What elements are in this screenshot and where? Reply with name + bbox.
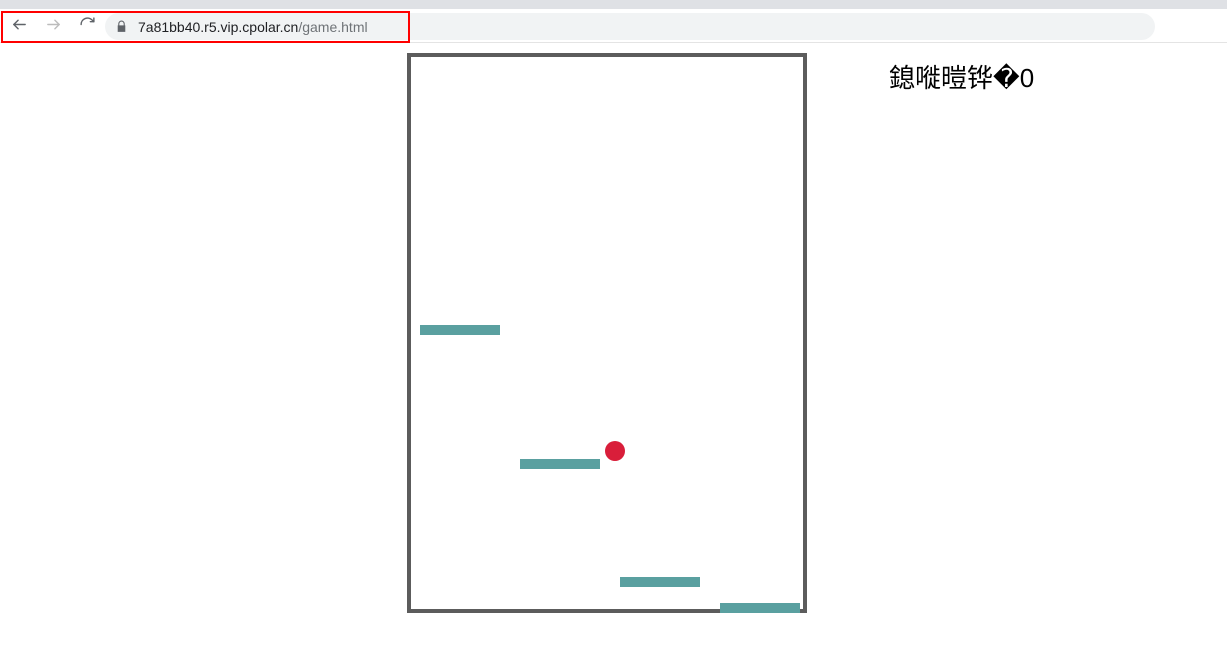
score-display: 鎴嘥暟铧�0 xyxy=(889,58,1034,95)
address-bar[interactable]: 7a81bb40.r5.vip.cpolar.cn/game.html xyxy=(105,13,1155,40)
tab-strip xyxy=(0,0,1227,9)
platform xyxy=(620,577,700,587)
score-label: 鎴嘥暟铧 xyxy=(889,63,993,93)
player-ball xyxy=(605,441,625,461)
arrow-left-icon xyxy=(11,16,28,38)
platform xyxy=(520,459,600,469)
browser-toolbar: 7a81bb40.r5.vip.cpolar.cn/game.html xyxy=(0,0,1227,43)
platform xyxy=(420,325,500,335)
forward-button[interactable] xyxy=(44,18,62,36)
page-body: 鎴嘥暟铧�0 xyxy=(0,43,1227,665)
game-canvas[interactable] xyxy=(407,53,807,613)
back-button[interactable] xyxy=(10,18,28,36)
reload-button[interactable] xyxy=(78,18,96,36)
arrow-right-icon xyxy=(45,16,62,38)
url-path: /game.html xyxy=(298,19,367,35)
platform xyxy=(720,603,800,613)
url-host: 7a81bb40.r5.vip.cpolar.cn xyxy=(138,19,298,35)
unknown-glyph: � xyxy=(993,63,1020,93)
reload-icon xyxy=(79,16,96,38)
lock-icon xyxy=(115,20,128,33)
score-value: 0 xyxy=(1020,63,1034,93)
